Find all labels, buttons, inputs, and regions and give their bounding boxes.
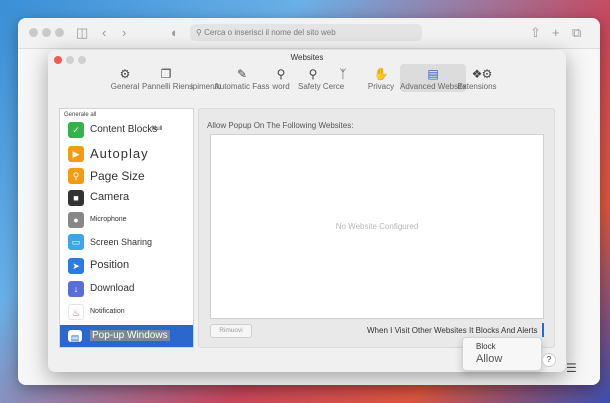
forward-icon[interactable]: › (122, 24, 126, 42)
tab-general[interactable]: ⚙ General (108, 64, 142, 92)
privacy-shield-icon[interactable]: ◐ (171, 24, 179, 42)
popup-settings-panel: Allow Popup On The Following Websites: N… (198, 108, 555, 348)
shield-check-icon: ✓ (68, 122, 84, 138)
sidebar-item-label: Content Blocks (90, 124, 158, 135)
tab-passwords[interactable]: ⚲ word (270, 64, 292, 92)
dropdown-option-block[interactable]: Block (476, 342, 496, 351)
tab-label: Automatic Fass (214, 82, 270, 91)
tab-tabs[interactable]: ❐ Pannelli Riens (142, 64, 194, 92)
advanced-icon: ⚙ (481, 67, 493, 81)
browser-close-button[interactable] (29, 28, 38, 37)
screen-icon: ▭ (68, 234, 84, 250)
sidebar-item-notifications[interactable]: ♨ Notification (60, 301, 193, 323)
configured-websites-list[interactable]: No Website Configured (210, 134, 544, 319)
sidebar-item-microphone[interactable]: ● Microphone (60, 209, 193, 231)
search-icon: ⚲ (196, 28, 202, 37)
allow-popups-heading: Allow Popup On The Following Websites: (207, 121, 354, 130)
key-icon: ⚲ (276, 67, 286, 81)
browser-minimize-button[interactable] (42, 28, 51, 37)
play-icon: ▶ (68, 146, 84, 162)
settings-window: Websites ⚙ General ❐ Pannelli Riens ✎ ip… (48, 50, 566, 372)
help-button[interactable]: ? (542, 353, 556, 367)
new-tab-icon[interactable]: + (552, 24, 560, 42)
tab-label: General (110, 82, 140, 91)
sidebar-item-label: Download (90, 283, 135, 294)
sidebar-item-label: Autoplay (90, 146, 149, 161)
tab-security[interactable]: ᛉ (328, 64, 358, 82)
tab-overview-icon[interactable]: ⧉ (572, 24, 581, 42)
window-title: Websites (290, 53, 324, 62)
sidebar-item-location[interactable]: ➤ Position (60, 255, 193, 277)
tabs-icon: ❐ (160, 67, 172, 81)
sidebar-item-page-zoom[interactable]: ⚲ Page Size (60, 165, 193, 187)
hand-icon: ✋ (373, 67, 389, 81)
download-icon: ↓ (68, 281, 84, 297)
other-websites-label: When I Visit Other Websites It Blocks An… (367, 326, 538, 335)
camera-icon: ■ (68, 190, 84, 206)
sidebar-item-label: Screen Sharing (90, 237, 153, 247)
popup-window-icon: ▤ (68, 330, 82, 343)
sidebar-section-label: Generale all (64, 112, 97, 118)
tab-privacy[interactable]: ✋ Privacy (366, 64, 396, 92)
address-bar[interactable]: ⚲ Cerca o inserisci il nome del sito web (190, 24, 422, 41)
preferences-tabbar: ⚙ General ❐ Pannelli Riens ✎ ipimento ✎ … (48, 64, 566, 108)
security-icon: ᛉ (339, 67, 347, 81)
sliders-icon[interactable]: ☰ (566, 361, 577, 375)
autofill-icon: ✎ (236, 67, 248, 81)
sidebar-item-label: Notification (90, 308, 125, 315)
location-arrow-icon: ➤ (68, 258, 84, 274)
sidebar-item-autoplay[interactable]: ▶ Autoplay (60, 143, 193, 165)
tab-label: Safety Cerce (298, 82, 345, 91)
sidebar-toggle-icon[interactable]: ◫ (76, 24, 88, 42)
microphone-icon: ● (68, 212, 84, 228)
tab-label: word (272, 82, 290, 91)
tab-label: Privacy (367, 82, 395, 91)
remove-button[interactable]: Rimuovi (210, 324, 252, 338)
sidebar-item-label: Page Size (90, 169, 145, 183)
back-icon[interactable]: ‹ (102, 24, 106, 42)
sidebar-item-label: Microphone (90, 216, 127, 223)
tab-advanced[interactable]: ⚙ (476, 64, 498, 82)
share-icon[interactable]: ⇧ (530, 24, 541, 42)
sidebar-item-label: Pop-up Windows (90, 330, 170, 341)
websites-sidebar: Generale all ✓ Content Blocks Null ▶ Aut… (59, 108, 194, 348)
sidebar-item-screen-sharing[interactable]: ▭ Screen Sharing (60, 231, 193, 253)
empty-list-message: No Website Configured (335, 222, 419, 231)
sidebar-item-label: Position (90, 259, 130, 271)
sidebar-item-suffix: Null (152, 126, 163, 132)
tab-search[interactable]: ⚲ Safety Cerce (298, 64, 345, 92)
search-icon: ⚲ (308, 67, 318, 81)
browser-toolbar: ◫ ‹ › ◐ ⚲ Cerca o inserisci il nome del … (18, 18, 600, 49)
sidebar-item-camera[interactable]: ■ Camera (60, 187, 193, 209)
tab-label: Pannelli Riens (142, 82, 194, 91)
dropdown-option-allow[interactable]: Allow (476, 353, 502, 365)
tab-autofill[interactable]: ✎ Automatic Fass (214, 64, 270, 92)
sidebar-item-content-blockers[interactable]: ✓ Content Blocks Null (60, 119, 193, 141)
sidebar-item-label: Camera (90, 191, 130, 203)
gear-icon: ⚙ (119, 67, 131, 81)
sidebar-item-downloads[interactable]: ↓ Download (60, 278, 193, 300)
sidebar-item-popup-windows[interactable]: ▤ Pop-up Windows (60, 325, 193, 347)
bell-icon: ♨ (68, 304, 84, 320)
browser-maximize-button[interactable] (55, 28, 64, 37)
magnifier-icon: ⚲ (68, 168, 84, 184)
address-placeholder: Cerca o inserisci il nome del sito web (204, 28, 336, 37)
tab-label: Extensions (457, 82, 497, 91)
popup-policy-dropdown[interactable]: Block Allow (462, 337, 542, 371)
popup-select-edge[interactable] (538, 323, 544, 337)
